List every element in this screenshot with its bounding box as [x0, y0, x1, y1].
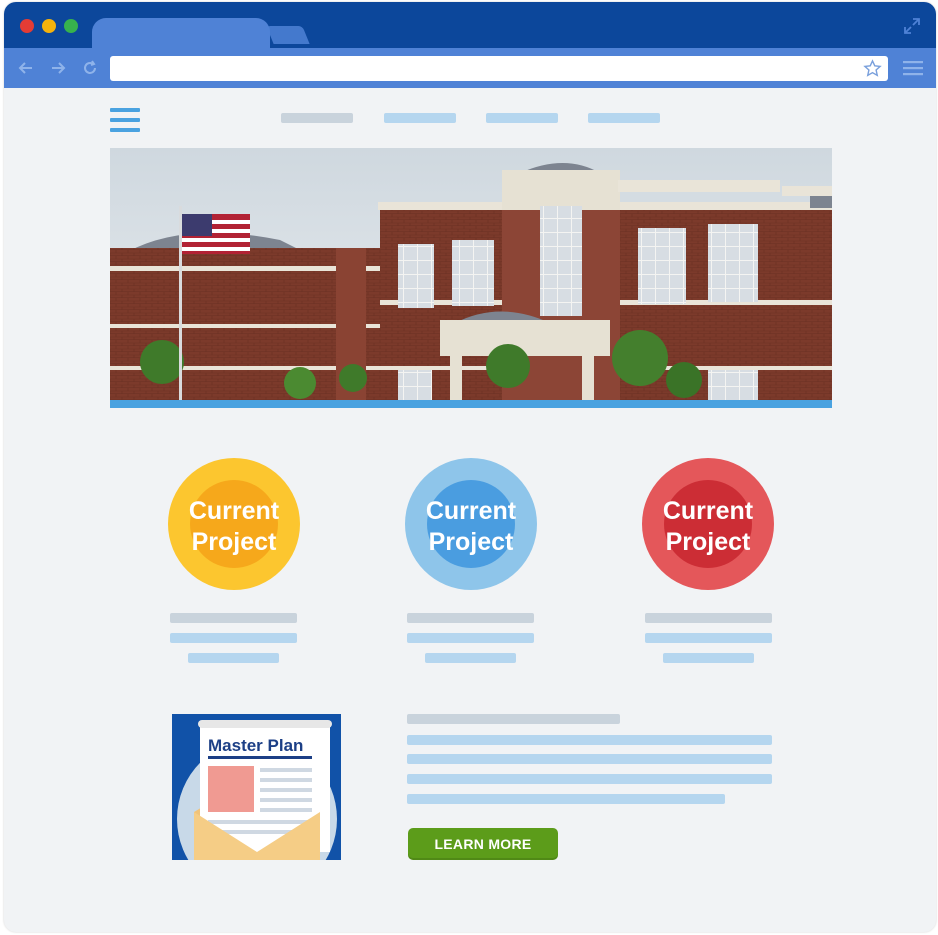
current-project-button-2[interactable]: Current Project: [405, 458, 537, 590]
master-plan-title: Master Plan: [208, 736, 304, 755]
text-placeholder: [407, 774, 772, 784]
master-plan-thumbnail[interactable]: Master Plan: [172, 714, 341, 860]
current-project-button-1[interactable]: Current Project: [168, 458, 300, 590]
learn-more-button[interactable]: LEARN MORE: [408, 828, 558, 860]
browser-toolbar: [4, 48, 936, 88]
hero-image-school-building: [110, 148, 832, 408]
site-menu-icon[interactable]: [110, 108, 140, 134]
text-placeholder: [407, 754, 772, 764]
browser-tab-new[interactable]: [266, 26, 310, 44]
project-label: Current Project: [425, 497, 517, 556]
text-placeholder: [407, 735, 772, 745]
text-placeholder: [407, 613, 534, 623]
nav-link-placeholder[interactable]: [486, 113, 558, 123]
project-label: Current Project: [188, 497, 280, 556]
text-placeholder: [170, 613, 297, 623]
text-placeholder: [645, 633, 772, 643]
reload-icon[interactable]: [80, 58, 100, 78]
forward-arrow-icon[interactable]: [48, 58, 68, 78]
text-placeholder: [407, 633, 534, 643]
minimize-window-button[interactable]: [42, 19, 56, 33]
text-placeholder: [170, 633, 297, 643]
browser-tab-active[interactable]: [92, 18, 270, 50]
browser-window: Current Project Current Project Current …: [4, 2, 936, 932]
close-window-button[interactable]: [20, 19, 34, 33]
current-project-button-3[interactable]: Current Project: [642, 458, 774, 590]
maximize-window-button[interactable]: [64, 19, 78, 33]
text-placeholder: [663, 653, 754, 663]
nav-link-placeholder[interactable]: [281, 113, 353, 123]
text-placeholder: [645, 613, 772, 623]
project-label: Current Project: [662, 497, 754, 556]
address-bar[interactable]: [110, 56, 888, 81]
text-placeholder: [425, 653, 516, 663]
browser-title-bar: [4, 2, 936, 50]
text-placeholder: [188, 653, 279, 663]
heading-placeholder: [407, 714, 620, 724]
nav-link-placeholder[interactable]: [384, 113, 456, 123]
text-placeholder: [407, 794, 725, 804]
browser-menu-icon[interactable]: [902, 58, 924, 78]
back-arrow-icon[interactable]: [16, 58, 36, 78]
nav-link-placeholder[interactable]: [588, 113, 660, 123]
expand-icon[interactable]: [902, 16, 922, 36]
bookmark-star-icon[interactable]: [863, 59, 882, 78]
